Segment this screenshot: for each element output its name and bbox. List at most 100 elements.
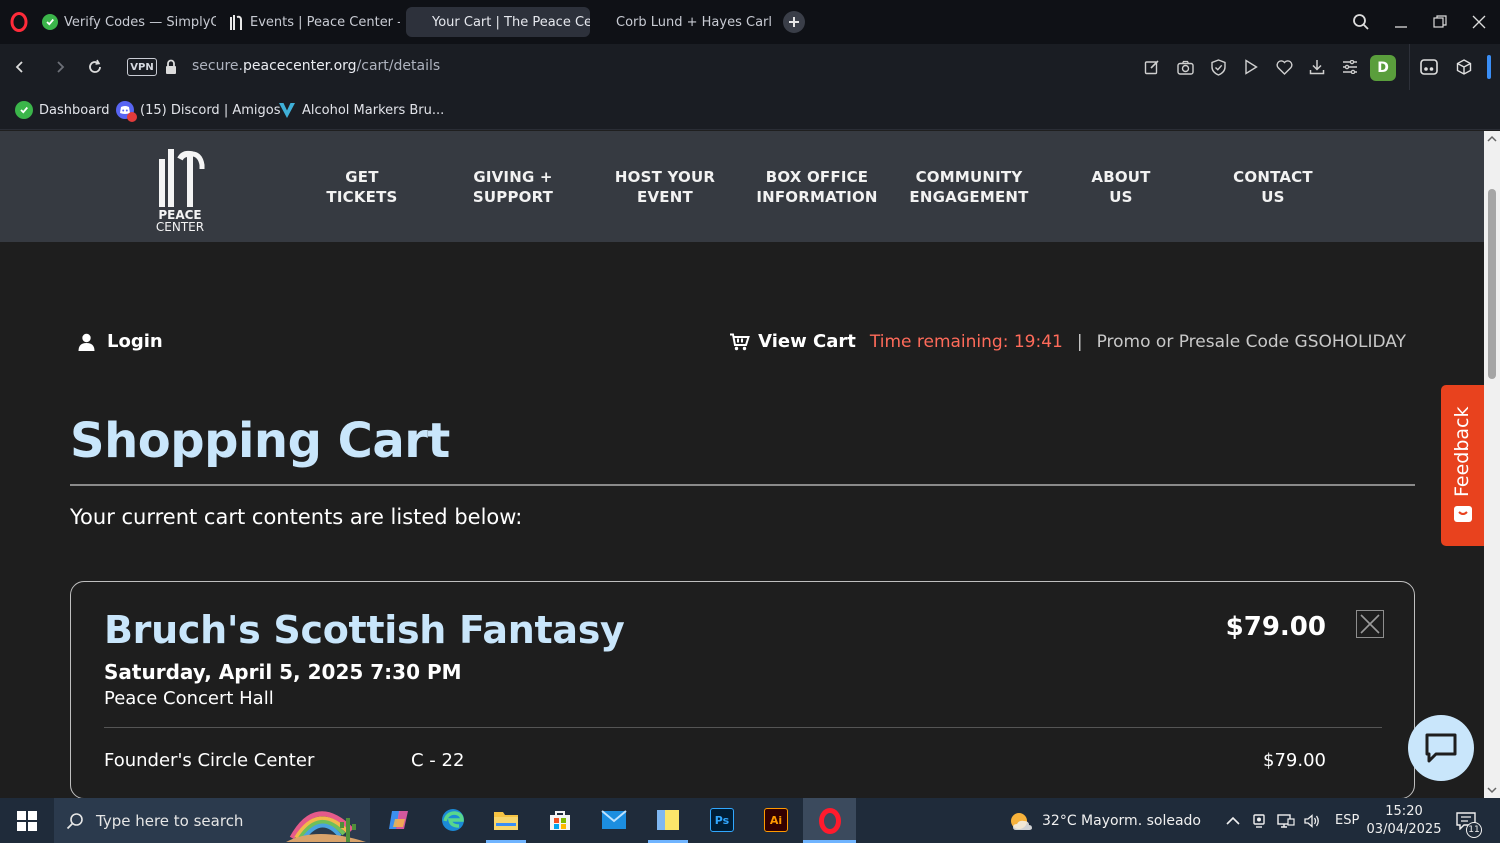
- login-link[interactable]: Login: [78, 331, 163, 352]
- opera-taskbar-button[interactable]: [803, 798, 856, 843]
- partly-sunny-icon: [1011, 812, 1032, 830]
- sticky-notes-icon[interactable]: [652, 804, 684, 836]
- event-price: $79.00: [1225, 612, 1326, 642]
- cart-status-bar: View Cart Time remaining: 19:41 | Promo …: [729, 331, 1406, 352]
- illustrator-icon[interactable]: Ai: [760, 804, 792, 836]
- nav-host-your-event[interactable]: HOST YOUR EVENT: [595, 167, 735, 207]
- easy-setup-icon[interactable]: [1340, 57, 1360, 77]
- cube-icon[interactable]: [1454, 57, 1474, 77]
- nav-label: ENGAGEMENT: [909, 188, 1029, 206]
- title-divider: [70, 484, 1415, 486]
- bookmark-label: (15) Discord | Amigos: [140, 102, 281, 118]
- language-indicator[interactable]: ESP: [1335, 798, 1359, 843]
- bookmark-label: Alcohol Markers Bru...: [302, 102, 445, 118]
- chat-bubble-icon: [1425, 733, 1457, 763]
- nav-about-us[interactable]: ABOUT US: [1051, 167, 1191, 207]
- lock-icon[interactable]: [164, 59, 178, 75]
- tab-corb-lund[interactable]: Corb Lund + Hayes Carll:: [610, 7, 772, 37]
- nav-label: GET: [345, 168, 379, 186]
- meet-now-icon[interactable]: [1252, 798, 1268, 843]
- play-icon[interactable]: [1241, 57, 1261, 77]
- chevron-up-icon: [1226, 816, 1240, 825]
- nav-giving-support[interactable]: GIVING + SUPPORT: [443, 167, 583, 207]
- download-icon[interactable]: [1307, 57, 1327, 77]
- nav-label: GIVING +: [473, 168, 553, 186]
- notification-count: 11: [1466, 822, 1482, 838]
- url-path: /cart/details: [356, 58, 441, 74]
- forward-button[interactable]: [49, 56, 71, 78]
- mail-icon[interactable]: [598, 804, 630, 836]
- edit-icon[interactable]: [1142, 57, 1162, 77]
- clock[interactable]: 15:20 03/04/2025: [1366, 798, 1442, 843]
- volume-icon[interactable]: [1303, 798, 1321, 843]
- taskbar-search-box[interactable]: Type here to search: [54, 798, 370, 843]
- microsoft-store-icon[interactable]: [544, 804, 576, 836]
- chat-launcher-button[interactable]: [1408, 715, 1474, 781]
- minimize-button[interactable]: [1389, 10, 1413, 34]
- back-button[interactable]: [9, 56, 31, 78]
- page-scrollbar[interactable]: [1484, 131, 1500, 798]
- tab-events[interactable]: Events | Peace Center - Official: [222, 7, 400, 37]
- maximize-button[interactable]: [1428, 10, 1452, 34]
- start-button[interactable]: [0, 798, 54, 843]
- profile-avatar[interactable]: D: [1370, 55, 1396, 81]
- snapshot-icon[interactable]: [1419, 57, 1439, 77]
- clock-date: 03/04/2025: [1366, 821, 1442, 837]
- seat-section: Founder's Circle Center: [104, 750, 315, 771]
- nav-contact-us[interactable]: CONTACT US: [1203, 167, 1343, 207]
- shopping-cart-icon[interactable]: [729, 333, 751, 351]
- scroll-up-arrow-icon[interactable]: [1484, 133, 1500, 145]
- camera-icon[interactable]: [1175, 57, 1195, 77]
- nav-get-tickets[interactable]: GET TICKETS: [292, 167, 432, 207]
- bookmark-dashboard[interactable]: Dashboard: [15, 100, 110, 120]
- seat-price: $79.00: [1263, 750, 1326, 771]
- edge-icon[interactable]: [437, 804, 469, 836]
- network-icon[interactable]: [1277, 798, 1295, 843]
- nav-label: US: [1261, 188, 1285, 206]
- tab-your-cart[interactable]: Your Cart | The Peace Center: [406, 7, 590, 37]
- nav-box-office-information[interactable]: BOX OFFICE INFORMATION: [747, 167, 887, 207]
- feedback-tab[interactable]: Feedback: [1441, 385, 1484, 546]
- nav-label: INFORMATION: [756, 188, 878, 206]
- photoshop-icon[interactable]: Ps: [706, 804, 738, 836]
- copilot-icon[interactable]: [383, 804, 415, 836]
- tab-search-icon[interactable]: [1349, 10, 1373, 34]
- url-domain: peacecenter.org: [243, 58, 357, 74]
- show-hidden-icons-button[interactable]: [1226, 798, 1240, 843]
- file-explorer-icon[interactable]: [490, 804, 522, 836]
- seat-number: C - 22: [411, 750, 465, 771]
- view-cart-link[interactable]: View Cart: [758, 331, 856, 352]
- browser-tab-bar: Verify Codes — SimplyCodes Events | Peac…: [0, 0, 1500, 44]
- opera-icon: [818, 807, 841, 834]
- vpn-badge[interactable]: VPN: [127, 58, 157, 76]
- cart-item-card: Bruch's Scottish Fantasy Saturday, April…: [70, 581, 1415, 798]
- cart-subtitle: Your current cart contents are listed be…: [70, 505, 523, 529]
- bookmark-discord[interactable]: (15) Discord | Amigos: [116, 100, 281, 122]
- tab-simplycodes[interactable]: Verify Codes — SimplyCodes: [36, 7, 216, 37]
- nav-community-engagement[interactable]: COMMUNITY ENGAGEMENT: [899, 167, 1039, 207]
- bookmark-alcohol-markers[interactable]: Alcohol Markers Bru...: [278, 100, 444, 120]
- event-title[interactable]: Bruch's Scottish Fantasy: [104, 608, 625, 652]
- nav-label: COMMUNITY: [915, 168, 1023, 186]
- bookmarks-bar: Dashboard (15) Discord | Amigos Alcohol …: [0, 90, 1500, 130]
- new-tab-button[interactable]: [783, 11, 805, 33]
- shield-icon[interactable]: [1208, 57, 1228, 77]
- notification-center-button[interactable]: 11: [1456, 798, 1482, 843]
- url-field[interactable]: secure.peacecenter.org/cart/details: [192, 58, 440, 74]
- logo-text-center: CENTER: [155, 220, 205, 234]
- peace-center-logo[interactable]: PEACE CENTER: [150, 145, 210, 234]
- scroll-down-arrow-icon[interactable]: [1484, 784, 1500, 796]
- tab-title: Events | Peace Center - Official: [250, 14, 400, 30]
- weather-widget[interactable]: 32°C Mayorm. soleado: [1008, 798, 1201, 843]
- discord-icon: [116, 101, 137, 122]
- windows-logo-icon: [17, 810, 37, 831]
- scrollbar-thumb[interactable]: [1488, 189, 1496, 379]
- vercel-v-icon: [278, 101, 296, 119]
- card-divider: [104, 727, 1382, 728]
- close-window-button[interactable]: [1467, 10, 1491, 34]
- opera-menu-icon[interactable]: [9, 12, 29, 32]
- promo-code-link[interactable]: Promo or Presale Code GSOHOLIDAY: [1097, 332, 1406, 352]
- heart-icon[interactable]: [1274, 57, 1294, 77]
- remove-item-button[interactable]: [1356, 610, 1384, 638]
- reload-button[interactable]: [84, 56, 106, 78]
